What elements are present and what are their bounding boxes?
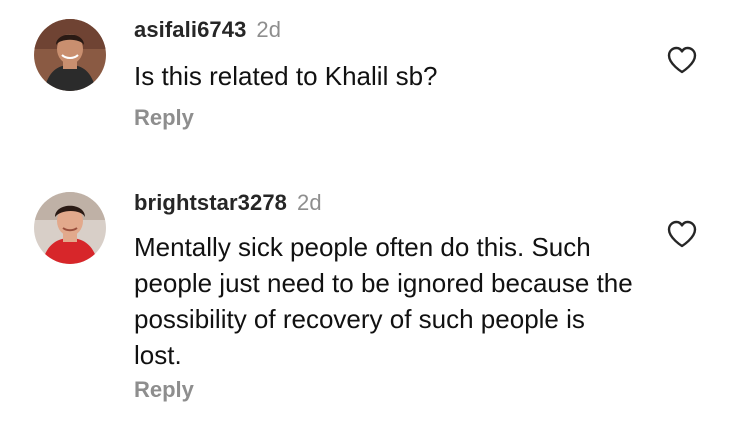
avatar[interactable] xyxy=(34,192,106,264)
like-button[interactable] xyxy=(666,219,698,249)
avatar[interactable] xyxy=(34,19,106,91)
like-button[interactable] xyxy=(666,45,698,75)
avatar-image xyxy=(34,19,106,91)
username-link[interactable]: brightstar3278 xyxy=(134,190,287,215)
reply-button[interactable]: Reply xyxy=(134,105,194,131)
comment-item: brightstar3278 2d Mentally sick people of… xyxy=(0,175,740,415)
comment-header: asifali6743 2d xyxy=(134,17,281,43)
comment-header: brightstar3278 2d xyxy=(134,190,322,216)
comment-text: Mentally sick people often do this. Such… xyxy=(134,232,633,370)
heart-outline-icon xyxy=(667,46,697,74)
comment-time: 2d xyxy=(297,190,322,215)
avatar-image xyxy=(34,192,106,264)
comment-item: asifali6743 2d Is this related to Khalil … xyxy=(0,0,740,150)
username-link[interactable]: asifali6743 xyxy=(134,17,246,42)
comment-time: 2d xyxy=(256,17,282,42)
comment-text: Is this related to Khalil sb? xyxy=(134,61,438,91)
heart-outline-icon xyxy=(667,220,697,248)
reply-button[interactable]: Reply xyxy=(134,377,194,403)
